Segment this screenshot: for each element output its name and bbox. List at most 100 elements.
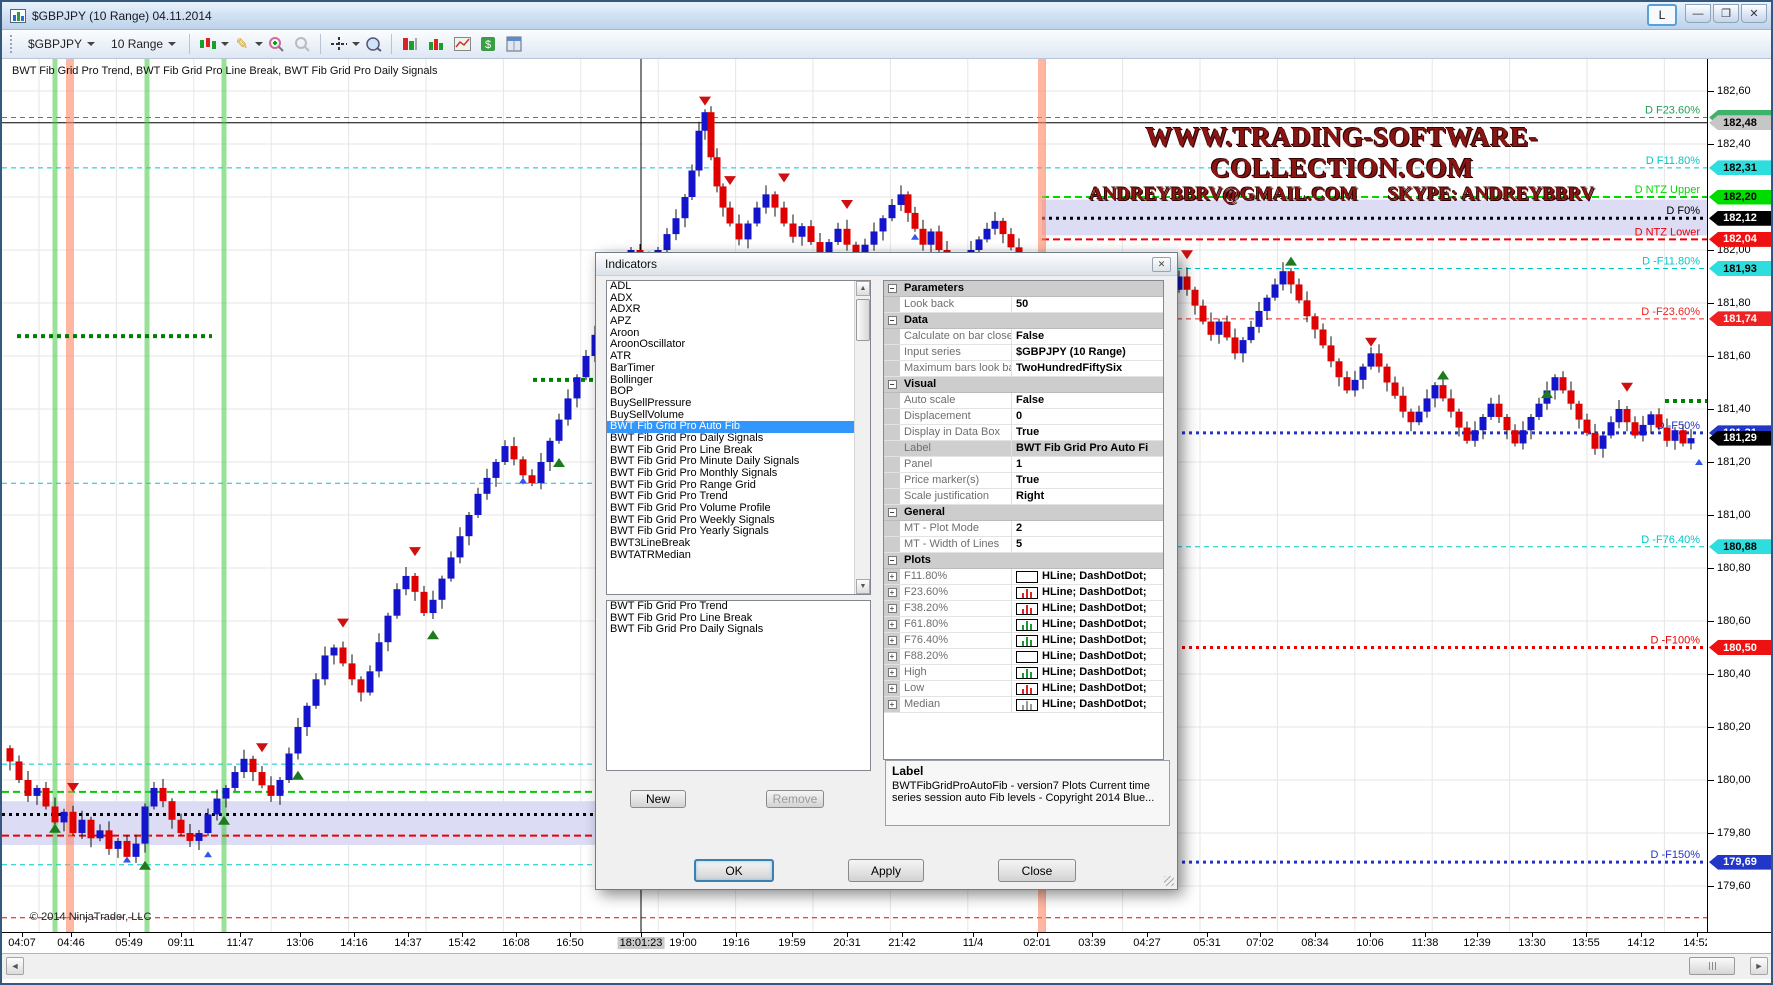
property-row[interactable]: Maximum bars look baTwoHundredFiftySix [884,361,1163,377]
crosshair-button[interactable] [326,32,352,56]
plot-style-value[interactable]: HLine; DashDotDot; [1012,697,1163,712]
property-row[interactable]: Display in Data BoxTrue [884,425,1163,441]
property-value[interactable]: 5 [1012,537,1163,552]
property-value[interactable]: TwoHundredFiftySix [1012,361,1163,376]
zoom-in-button[interactable] [263,32,289,56]
close-button[interactable]: ✕ [1741,4,1767,23]
property-row[interactable]: MT - Width of Lines5 [884,537,1163,553]
title-bar[interactable]: $GBPJPY (10 Range) 04.11.2014 L — ❐ ✕ [2,2,1771,30]
property-value[interactable]: False [1012,329,1163,344]
plot-style-value[interactable]: HLine; DashDotDot; [1012,649,1163,664]
configured-indicator-item[interactable]: BWT Fib Grid Pro Trend [607,601,870,613]
property-row[interactable]: Look back50 [884,297,1163,313]
property-row[interactable]: MT - Plot Mode2 [884,521,1163,537]
dollar-button[interactable]: $ [475,32,501,56]
collapse-icon[interactable]: − [884,313,900,328]
scrollbar-thumb[interactable] [1689,957,1735,975]
property-value[interactable]: 0 [1012,409,1163,424]
expand-icon[interactable]: + [884,681,900,696]
property-row[interactable]: Calculate on bar closeFalse [884,329,1163,345]
scroll-up-icon[interactable]: ▲ [856,281,870,296]
plot-style-value[interactable]: HLine; DashDotDot; [1012,665,1163,680]
property-value[interactable]: $GBPJPY (10 Range) [1012,345,1163,360]
property-value[interactable]: True [1012,473,1163,488]
data-box-button[interactable] [360,32,386,56]
indicator-list-item[interactable]: BWT Fib Grid Pro Monthly Signals [607,468,870,480]
property-row[interactable]: Price marker(s)True [884,473,1163,489]
property-section-header[interactable]: −Data [884,313,1163,329]
period-dropdown[interactable]: 10 Range [103,33,184,55]
collapse-icon[interactable]: − [884,281,900,296]
property-value[interactable]: 2 [1012,521,1163,536]
chart-style-button[interactable] [195,32,221,56]
property-row[interactable]: +F61.80%HLine; DashDotDot; [884,617,1163,633]
indicator-list-item[interactable]: AroonOscillator [607,339,870,351]
expand-icon[interactable]: + [884,617,900,632]
close-dialog-button[interactable]: Close [998,859,1076,882]
property-value[interactable]: BWT Fib Grid Pro Auto Fi [1012,441,1163,456]
scroll-left-arrow[interactable]: ◄ [6,957,24,975]
indicator-list-item[interactable]: Bollinger [607,375,870,387]
list-scrollbar-thumb[interactable] [856,299,870,341]
indicators-panel-button[interactable] [501,32,527,56]
minimize-button[interactable]: — [1685,4,1711,23]
bars-panel-button[interactable] [397,32,423,56]
property-value[interactable]: False [1012,393,1163,408]
zoom-out-button[interactable] [289,32,315,56]
property-value[interactable]: Right [1012,489,1163,504]
property-row[interactable]: Input series$GBPJPY (10 Range) [884,345,1163,361]
indicator-list-item[interactable]: BWT Fib Grid Pro Volume Profile [607,503,870,515]
indicator-list-item[interactable]: BWT Fib Grid Pro Daily Signals [607,433,870,445]
drawing-tools-button[interactable]: ✎ [229,32,255,56]
snapshot-button[interactable] [449,32,475,56]
property-row[interactable]: +HighHLine; DashDotDot; [884,665,1163,681]
new-button[interactable]: New [630,790,686,808]
indicator-list-item[interactable]: BarTimer [607,363,870,375]
property-row[interactable]: LabelBWT Fib Grid Pro Auto Fi [884,441,1163,457]
collapse-icon[interactable]: − [884,505,900,520]
chevron-down-icon[interactable] [352,42,360,46]
remove-button[interactable]: Remove [766,790,824,808]
dialog-close-icon[interactable]: ✕ [1152,257,1171,272]
property-section-header[interactable]: −Plots [884,553,1163,569]
available-indicators-list[interactable]: ▲ ▼ ADLADXADXRAPZAroonAroonOscillatorATR… [606,280,871,595]
configured-indicators-list[interactable]: BWT Fib Grid Pro TrendBWT Fib Grid Pro L… [606,600,871,771]
ok-button[interactable]: OK [694,859,774,882]
expand-icon[interactable]: + [884,665,900,680]
property-row[interactable]: Displacement0 [884,409,1163,425]
property-row[interactable]: +LowHLine; DashDotDot; [884,681,1163,697]
indicator-list-item[interactable]: BWTATRMedian [607,550,870,562]
toolbar-grip[interactable] [10,35,14,53]
volume-button[interactable] [423,32,449,56]
property-row[interactable]: +F38.20%HLine; DashDotDot; [884,601,1163,617]
plot-style-value[interactable]: HLine; DashDotDot; [1012,681,1163,696]
property-grid[interactable]: −ParametersLook back50−DataCalculate on … [883,280,1164,760]
property-row[interactable]: Panel1 [884,457,1163,473]
property-value[interactable]: 50 [1012,297,1163,312]
indicator-list-item[interactable]: ADX [607,293,870,305]
dialog-title-bar[interactable]: Indicators ✕ [596,253,1177,276]
indicator-list-item[interactable]: BuySellPressure [607,398,870,410]
expand-icon[interactable]: + [884,601,900,616]
chevron-down-icon[interactable] [221,42,229,46]
indicator-list-item[interactable]: ADXR [607,304,870,316]
horizontal-scrollbar[interactable]: ◄ ► [2,953,1773,979]
indicator-list-item[interactable]: APZ [607,316,870,328]
property-section-header[interactable]: −Visual [884,377,1163,393]
expand-icon[interactable]: + [884,649,900,664]
expand-icon[interactable]: + [884,585,900,600]
scroll-right-arrow[interactable]: ► [1750,957,1768,975]
property-section-header[interactable]: −Parameters [884,281,1163,297]
link-button[interactable]: L [1647,4,1677,26]
property-row[interactable]: +F11.80%HLine; DashDotDot; [884,569,1163,585]
scroll-down-icon[interactable]: ▼ [856,579,870,594]
plot-style-value[interactable]: HLine; DashDotDot; [1012,569,1163,584]
collapse-icon[interactable]: − [884,553,900,568]
property-value[interactable]: 1 [1012,457,1163,472]
list-scrollbar[interactable]: ▲ ▼ [854,281,870,594]
plot-style-value[interactable]: HLine; DashDotDot; [1012,633,1163,648]
property-row[interactable]: +MedianHLine; DashDotDot; [884,697,1163,713]
expand-icon[interactable]: + [884,697,900,712]
expand-icon[interactable]: + [884,633,900,648]
property-value[interactable]: True [1012,425,1163,440]
